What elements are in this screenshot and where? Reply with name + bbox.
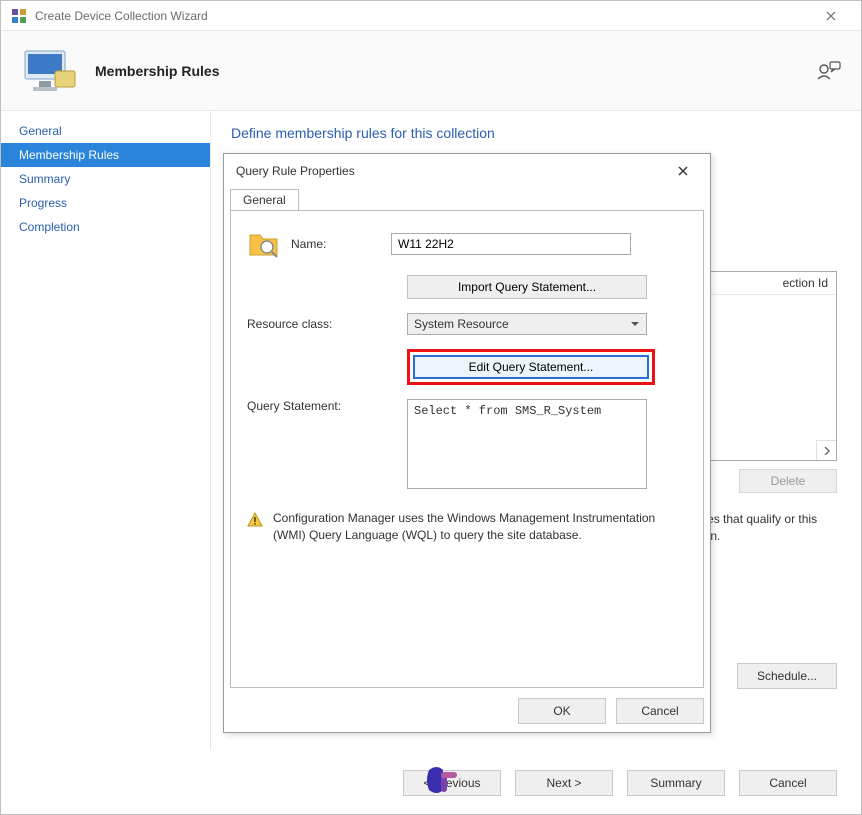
summary-button[interactable]: Summary bbox=[627, 770, 725, 796]
user-feedback-icon[interactable] bbox=[817, 61, 841, 81]
edit-query-highlight: Edit Query Statement... bbox=[407, 349, 655, 385]
app-icon bbox=[11, 8, 27, 24]
wizard-window: Create Device Collection Wizard Membersh… bbox=[0, 0, 862, 815]
nav-item-general[interactable]: General bbox=[1, 119, 210, 143]
dialog-close-button[interactable] bbox=[668, 163, 698, 179]
import-query-button[interactable]: Import Query Statement... bbox=[407, 275, 647, 299]
window-title: Create Device Collection Wizard bbox=[35, 9, 811, 23]
wizard-nav: General Membership Rules Summary Progres… bbox=[1, 111, 211, 750]
scroll-right-icon[interactable] bbox=[816, 440, 836, 460]
dialog-tabs: General bbox=[224, 188, 710, 210]
query-statement-label: Query Statement: bbox=[247, 399, 407, 413]
dialog-title: Query Rule Properties bbox=[236, 164, 355, 178]
edit-query-statement-button[interactable]: Edit Query Statement... bbox=[413, 355, 649, 379]
dialog-footer: OK Cancel bbox=[224, 694, 710, 732]
wizard-icon bbox=[21, 47, 77, 95]
info-text: Configuration Manager uses the Windows M… bbox=[273, 510, 667, 544]
resource-class-select[interactable]: System Resource bbox=[407, 313, 647, 335]
schedule-button[interactable]: Schedule... bbox=[737, 663, 837, 689]
wizard-step-title: Membership Rules bbox=[95, 63, 817, 79]
nav-item-completion[interactable]: Completion bbox=[1, 215, 210, 239]
resource-class-label: Resource class: bbox=[247, 317, 407, 331]
cancel-button[interactable]: Cancel bbox=[739, 770, 837, 796]
query-statement-textarea[interactable]: Select * from SMS_R_System bbox=[407, 399, 647, 489]
nav-item-summary[interactable]: Summary bbox=[1, 167, 210, 191]
nav-item-progress[interactable]: Progress bbox=[1, 191, 210, 215]
info-note: Configuration Manager uses the Windows M… bbox=[247, 510, 667, 544]
previous-button[interactable]: < Previous bbox=[403, 770, 501, 796]
dialog-ok-button[interactable]: OK bbox=[518, 698, 606, 724]
next-button[interactable]: Next > bbox=[515, 770, 613, 796]
titlebar: Create Device Collection Wizard bbox=[1, 1, 861, 31]
dialog-cancel-button[interactable]: Cancel bbox=[616, 698, 704, 724]
query-rule-properties-dialog: Query Rule Properties General Name: bbox=[223, 153, 711, 733]
nav-item-membership-rules[interactable]: Membership Rules bbox=[1, 143, 210, 167]
dialog-titlebar: Query Rule Properties bbox=[224, 154, 710, 188]
wizard-banner: Membership Rules bbox=[1, 31, 861, 111]
content-heading: Define membership rules for this collect… bbox=[231, 125, 841, 141]
delete-rule-button: Delete bbox=[739, 469, 837, 493]
warning-icon bbox=[247, 512, 263, 528]
window-close-button[interactable] bbox=[811, 1, 851, 30]
folder-search-icon bbox=[247, 227, 281, 261]
name-input[interactable] bbox=[391, 233, 631, 255]
name-label: Name: bbox=[291, 237, 391, 251]
dialog-body: Name: Import Query Statement... Resource… bbox=[230, 210, 704, 688]
resource-class-value: System Resource bbox=[414, 317, 509, 331]
wizard-footer: < Previous Next > Summary Cancel bbox=[403, 770, 837, 796]
tab-general[interactable]: General bbox=[230, 189, 299, 211]
